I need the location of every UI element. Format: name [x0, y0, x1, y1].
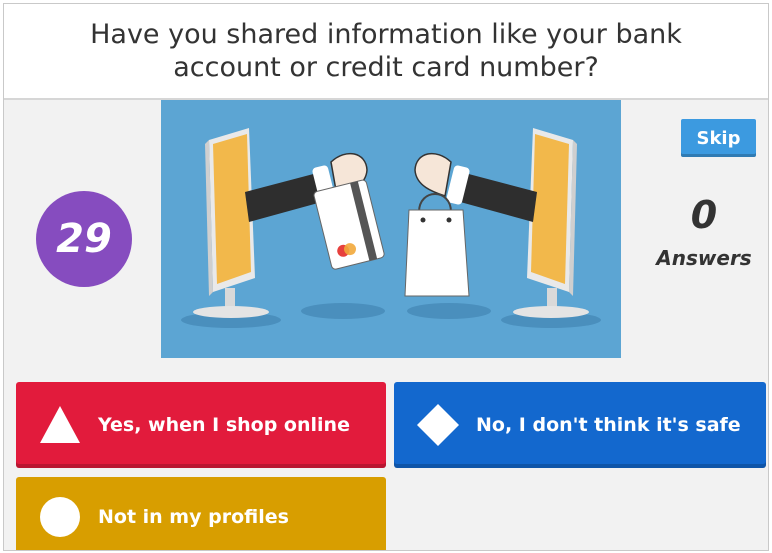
answer-option-triangle[interactable]: Yes, when I shop online	[16, 382, 386, 468]
triangle-icon	[38, 403, 82, 447]
quiz-frame: Have you shared information like your ba…	[3, 3, 769, 551]
answer-label: No, I don't think it's safe	[476, 414, 741, 436]
question-text: Have you shared information like your ba…	[90, 19, 682, 83]
left-monitor-icon	[193, 128, 269, 318]
credit-card-icon	[313, 179, 385, 270]
answer-option-diamond[interactable]: No, I don't think it's safe	[394, 382, 766, 468]
shopping-bag-icon	[404, 193, 470, 297]
circle-icon	[38, 495, 82, 539]
timer-value: 29	[56, 216, 112, 262]
answers-count: 0	[690, 193, 718, 237]
answer-label: Not in my profiles	[98, 506, 289, 528]
countdown-timer: 29	[36, 191, 132, 287]
online-shopping-illustration	[181, 128, 601, 328]
question-image	[161, 100, 621, 358]
right-monitor-icon	[513, 128, 589, 318]
answer-option-circle[interactable]: Not in my profiles	[16, 477, 386, 550]
diamond-icon	[416, 403, 460, 447]
answer-label: Yes, when I shop online	[98, 414, 350, 436]
skip-button[interactable]: Skip	[681, 119, 756, 157]
answers-label: Answers	[656, 246, 752, 270]
question-bar: Have you shared information like your ba…	[4, 4, 768, 100]
